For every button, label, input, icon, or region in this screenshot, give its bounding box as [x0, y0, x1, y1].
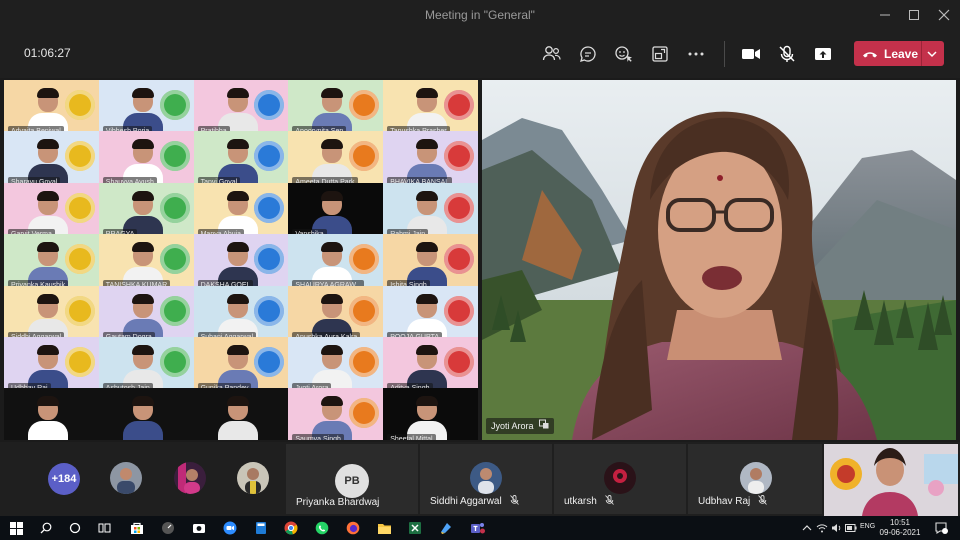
participant-avatar: [470, 462, 502, 494]
firefox-icon[interactable]: [345, 520, 361, 536]
clock-date: 09-06-2021: [879, 528, 921, 537]
minimize-icon[interactable]: [874, 4, 896, 26]
participant-name: Siddhi Aggarwal: [430, 496, 502, 507]
participant-tile[interactable]: utkarsh: [554, 444, 686, 514]
mic-off-icon: [509, 495, 519, 508]
battery-icon[interactable]: [843, 520, 859, 536]
camera-icon[interactable]: [739, 42, 763, 66]
paint-3d-icon[interactable]: [438, 520, 454, 536]
gallery-participant-cell[interactable]: [193, 388, 289, 440]
participant-gallery: +184 PB Priyanka Bhardwaj Siddhi Aggarwa…: [0, 442, 960, 516]
window-title: Meeting in "General": [425, 8, 535, 22]
participant-tile[interactable]: Siddhi Aggarwal: [420, 444, 552, 514]
input-language[interactable]: ENG: [860, 523, 875, 530]
more-options-icon[interactable]: [684, 42, 708, 66]
gallery-participant-name: Saumya Singh: [292, 434, 344, 440]
meeting-stage: Advaita BeniwalVibhesh PoriaPratibhaApoo…: [0, 78, 960, 442]
participant-avatar[interactable]: [237, 462, 269, 494]
mic-off-icon: [758, 495, 768, 508]
task-view-icon[interactable]: [96, 520, 112, 536]
participant-name: utkarsh: [564, 496, 597, 507]
clock-time: 10:51: [889, 518, 911, 527]
window-titlebar: Meeting in "General": [0, 0, 960, 30]
chevron-up-icon[interactable]: [799, 520, 815, 536]
zoom-app-icon[interactable]: [222, 520, 238, 536]
participant-avatar: [604, 462, 636, 494]
speedometer-app-icon[interactable]: [160, 520, 176, 536]
network-icon[interactable]: [814, 520, 830, 536]
self-view-tile[interactable]: [824, 444, 958, 516]
meeting-timer: 01:06:27: [24, 46, 71, 60]
speaker-name: Jyoti Arora: [491, 421, 534, 431]
leave-label: Leave: [884, 46, 919, 61]
maximize-icon[interactable]: [903, 4, 925, 26]
participant-tile[interactable]: PB Priyanka Bhardwaj: [286, 444, 418, 514]
notifications-icon[interactable]: [933, 520, 949, 536]
calculator-app-icon[interactable]: [253, 520, 269, 536]
whatsapp-icon[interactable]: [314, 520, 330, 536]
participant-avatar[interactable]: [110, 462, 142, 494]
gallery-participant-cell[interactable]: [4, 388, 99, 440]
more-participants-button[interactable]: +184: [48, 463, 80, 495]
speaker-video-tile[interactable]: Jyoti Arora: [482, 80, 956, 440]
leave-button[interactable]: Leave: [854, 41, 944, 66]
search-icon[interactable]: [38, 520, 54, 536]
participant-name: Priyanka Bhardwaj: [296, 497, 380, 508]
hang-up-icon: [863, 51, 877, 57]
store-icon[interactable]: [129, 520, 145, 536]
gallery-participant-name: Sheetal Mittal: [387, 434, 436, 440]
leave-separator: [921, 41, 922, 66]
chat-icon[interactable]: [576, 42, 600, 66]
excel-icon[interactable]: [407, 520, 423, 536]
share-screen-icon[interactable]: [811, 42, 835, 66]
gallery-participant-cell[interactable]: [98, 388, 194, 440]
reactions-icon[interactable]: [612, 42, 636, 66]
teams-icon[interactable]: [469, 520, 485, 536]
participants-icon[interactable]: [540, 42, 564, 66]
breakout-rooms-icon[interactable]: [648, 42, 672, 66]
os-taskbar: ENG 10:51 09-06-2021: [0, 516, 960, 540]
shared-gallery-tile[interactable]: Advaita BeniwalVibhesh PoriaPratibhaApoo…: [4, 80, 478, 440]
speaker-video: [482, 80, 956, 440]
mic-off-icon: [604, 495, 614, 508]
cortana-icon[interactable]: [67, 520, 83, 536]
camera-app-icon[interactable]: [191, 520, 207, 536]
file-explorer-icon[interactable]: [376, 520, 392, 536]
gallery-participant-cell[interactable]: Sheetal Mittal: [383, 388, 478, 440]
system-clock[interactable]: 10:51 09-06-2021: [878, 518, 922, 538]
speaker-name-label: Jyoti Arora: [486, 418, 554, 434]
participant-initials: PB: [335, 464, 369, 498]
close-icon[interactable]: [933, 4, 955, 26]
mic-muted-icon[interactable]: [775, 42, 799, 66]
participant-tile[interactable]: Udbhav Raj: [688, 444, 822, 514]
participant-avatar: [740, 462, 772, 494]
toolbar-divider: [724, 41, 725, 67]
participant-avatar[interactable]: [174, 462, 206, 494]
gallery-participant-cell[interactable]: Saumya Singh: [288, 388, 384, 440]
presenter-icon: [538, 418, 549, 434]
participant-name: Udbhav Raj: [698, 496, 751, 507]
meeting-toolbar: 01:06:27 Leave: [0, 30, 960, 78]
chrome-icon[interactable]: [283, 520, 299, 536]
windows-start-icon[interactable]: [8, 520, 24, 536]
chevron-down-icon[interactable]: [926, 47, 938, 65]
